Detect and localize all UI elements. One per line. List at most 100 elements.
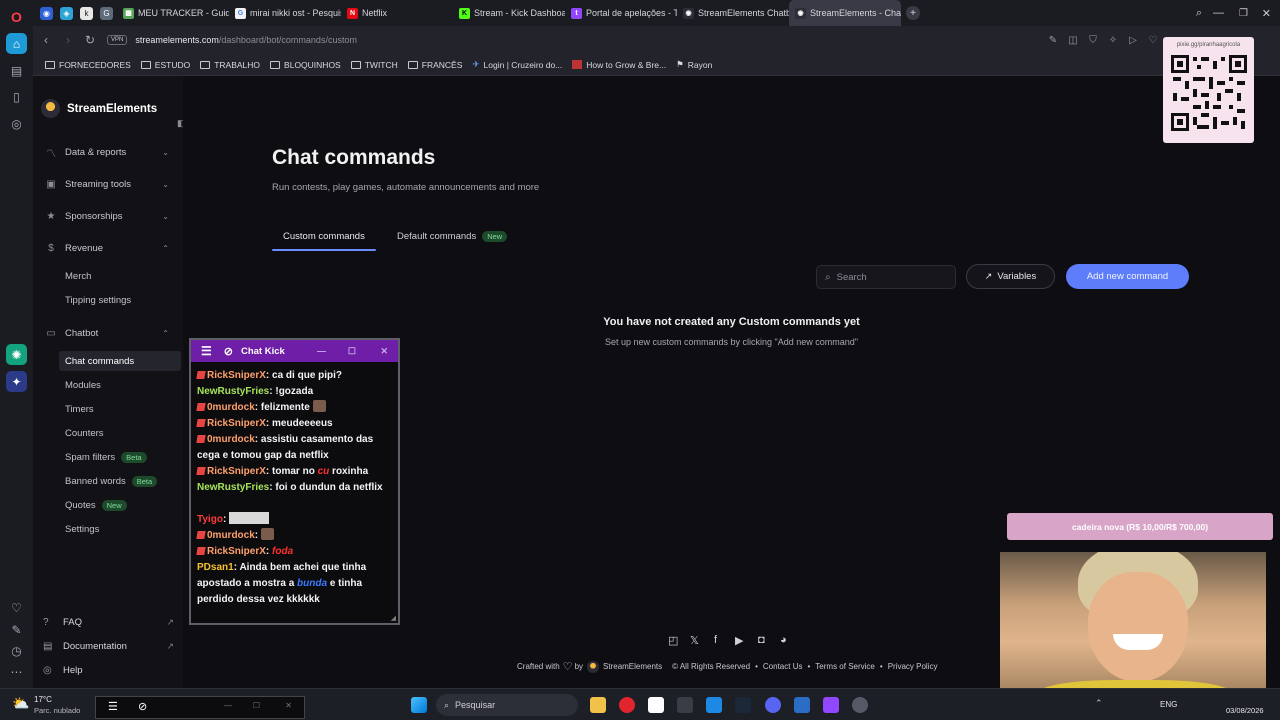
nav-modules[interactable]: Modules xyxy=(59,375,181,395)
maximize-icon[interactable]: ☐ xyxy=(348,346,356,357)
x-icon[interactable]: 𝕏 xyxy=(690,634,699,647)
nav-revenue[interactable]: $ Revenue ⌃ xyxy=(45,237,177,259)
discord-icon[interactable]: ◕ xyxy=(780,634,787,646)
extension-icon[interactable]: ✧ xyxy=(1103,35,1123,46)
weather-icon[interactable]: ⛅ xyxy=(12,695,29,712)
twitch-icon[interactable] xyxy=(823,697,839,713)
tab-netflix[interactable]: N Netflix xyxy=(341,0,453,26)
app-icon[interactable] xyxy=(706,697,722,713)
nav-merch[interactable]: Merch xyxy=(59,266,181,286)
reload-icon[interactable]: ↻ xyxy=(79,33,101,47)
minimize-icon[interactable]: — xyxy=(1213,7,1224,19)
tab-mirai-nikki[interactable]: Gmirai nikki ost - Pesquisa xyxy=(229,0,341,26)
minimize-icon[interactable]: — xyxy=(317,346,326,356)
opera-icon[interactable] xyxy=(619,697,635,713)
bookmark-folder[interactable]: ESTUDO xyxy=(140,60,190,70)
search-tabs-icon[interactable]: ⌕ xyxy=(1196,7,1202,20)
bookmark-folder[interactable]: BLOQUINHOS xyxy=(270,60,341,70)
forward-icon[interactable]: › xyxy=(57,33,79,47)
nav-timers[interactable]: Timers xyxy=(59,399,181,419)
nav-faq[interactable]: ? FAQ ↗ xyxy=(43,612,178,632)
variables-button[interactable]: ↗ Variables xyxy=(966,264,1055,289)
tab-kick-dashboard[interactable]: K Stream - Kick Dashboard xyxy=(453,0,565,26)
nav-spam-filters[interactable]: Spam filters Beta xyxy=(59,447,181,467)
search-input[interactable]: ⌕ Search xyxy=(816,265,956,289)
tab-se-chatbot[interactable]: ◉ StreamElements Chatbot xyxy=(677,0,789,26)
nav-chatbot[interactable]: ▭ Chatbot ⌃ xyxy=(45,322,177,344)
steam-icon[interactable] xyxy=(735,697,751,713)
compass-icon[interactable]: ◎ xyxy=(6,113,27,134)
bookmark-link[interactable]: ⚑ Rayon xyxy=(676,59,712,70)
aria-icon[interactable]: ✦ xyxy=(6,371,27,392)
nav-data-reports[interactable]: 〽 Data & reports ⌄ xyxy=(45,141,177,163)
vpn-badge[interactable]: VPN xyxy=(107,35,128,45)
tab-twitch-appeals[interactable]: t Portal de apelações - Twi xyxy=(565,0,677,26)
taskbar-search[interactable]: ⌕ Pesquisar xyxy=(436,694,578,716)
app-icon[interactable] xyxy=(794,697,810,713)
taskbar-date[interactable]: 03/08/2026 xyxy=(1226,706,1264,715)
nav-tipping-settings[interactable]: Tipping settings xyxy=(59,290,181,310)
workspace-icon[interactable]: ◉ xyxy=(40,6,53,20)
shield-icon[interactable]: ⛉ xyxy=(1083,35,1103,46)
back-icon[interactable]: ‹ xyxy=(35,33,57,47)
nav-chat-commands[interactable]: Chat commands xyxy=(59,351,181,371)
notion-icon[interactable] xyxy=(648,697,664,713)
youtube-icon[interactable]: ▶ xyxy=(735,634,743,647)
bookmark-folder[interactable]: FRANCÊS xyxy=(407,60,462,70)
terms-link[interactable]: Terms of Service xyxy=(815,662,875,671)
tab-meu-tracker[interactable]: ▦MEU TRACKER - Guides b xyxy=(117,0,229,26)
close-icon[interactable]: ✕ xyxy=(1262,7,1271,20)
clock-icon[interactable]: ◷ xyxy=(6,640,27,661)
pinned-tab-icon[interactable]: ◈ xyxy=(60,6,73,20)
close-icon[interactable]: ✕ xyxy=(380,346,388,357)
nav-settings[interactable]: Settings xyxy=(59,519,181,539)
camera-icon[interactable]: ◫ xyxy=(1063,35,1083,46)
pinned-tab-k-icon[interactable]: k xyxy=(80,6,93,20)
chat-window-titlebar[interactable]: ☰ ⊘ Chat Kick — ☐ ✕ xyxy=(191,340,398,362)
opera-logo-icon[interactable]: O xyxy=(6,6,27,27)
more-icon[interactable]: ⋯ xyxy=(6,661,27,682)
chat-kick-minimized[interactable]: ☰ ⊘ — ☐ ✕ xyxy=(95,696,305,719)
bookmark-folder[interactable]: FORNECEDORES xyxy=(45,60,131,70)
book-icon[interactable]: ▯ xyxy=(6,86,27,107)
no-sign-icon[interactable]: ⊘ xyxy=(224,345,233,358)
obs-icon[interactable] xyxy=(852,697,868,713)
instagram-icon[interactable]: ◘ xyxy=(758,634,765,646)
new-tab-icon[interactable]: + xyxy=(906,6,920,20)
play-icon[interactable]: ▷ xyxy=(1123,35,1143,46)
home-icon[interactable]: ⌂ xyxy=(6,33,27,54)
tab-custom-commands[interactable]: Custom commands xyxy=(283,231,365,242)
maximize-icon[interactable]: ❐ xyxy=(1239,8,1248,19)
bookmark-link[interactable]: How to Grow & Bre... xyxy=(572,60,666,70)
chat-messages[interactable]: RickSniperX: ca di que pipi? NewRustyFri… xyxy=(191,362,398,623)
heart-icon[interactable]: ♡ xyxy=(1143,35,1163,46)
nav-counters[interactable]: Counters xyxy=(59,423,181,443)
bookmark-folder[interactable]: TRABALHO xyxy=(200,60,260,70)
tab-se-chat-commands[interactable]: ◉StreamElements - Chat co xyxy=(789,0,901,26)
chat-kick-window[interactable]: ☰ ⊘ Chat Kick — ☐ ✕ RickSniperX: ca di q… xyxy=(189,338,400,625)
file-explorer-icon[interactable] xyxy=(590,697,606,713)
language-indicator[interactable]: ENG xyxy=(1160,700,1177,709)
url-field[interactable]: streamelements.com/dashboard/bot/command… xyxy=(135,35,357,45)
nav-help[interactable]: ◎ Help xyxy=(43,660,178,680)
se-brand[interactable]: StreamElements xyxy=(41,99,157,118)
add-new-command-button[interactable]: Add new command xyxy=(1066,264,1189,289)
tab-default-commands[interactable]: Default commands New xyxy=(397,231,508,242)
bookmark-link[interactable]: ✈ Login | Cruzeiro do... xyxy=(472,59,562,70)
nav-quotes[interactable]: Quotes New xyxy=(59,495,181,515)
menu-icon[interactable]: ☰ xyxy=(201,344,212,358)
edit-icon[interactable]: ✎ xyxy=(6,619,27,640)
briefcase-icon[interactable]: ▤ xyxy=(6,60,27,81)
bookmark-folder[interactable]: TWITCH xyxy=(350,60,398,70)
edit-page-icon[interactable]: ✎ xyxy=(1043,35,1063,46)
privacy-link[interactable]: Privacy Policy xyxy=(888,662,938,671)
tray-chevron-icon[interactable]: ⌃ xyxy=(1095,698,1103,709)
discord-icon[interactable] xyxy=(765,697,781,713)
calendar-icon[interactable] xyxy=(677,697,693,713)
windows-start-icon[interactable] xyxy=(411,697,427,713)
nav-documentation[interactable]: ▤ Documentation ↗ xyxy=(43,636,178,656)
nav-streaming-tools[interactable]: ▣ Streaming tools ⌄ xyxy=(45,173,177,195)
chatgpt-icon[interactable]: ✺ xyxy=(6,344,27,365)
nav-banned-words[interactable]: Banned words Beta xyxy=(59,471,181,491)
twitch-icon[interactable]: ◰ xyxy=(668,634,678,647)
